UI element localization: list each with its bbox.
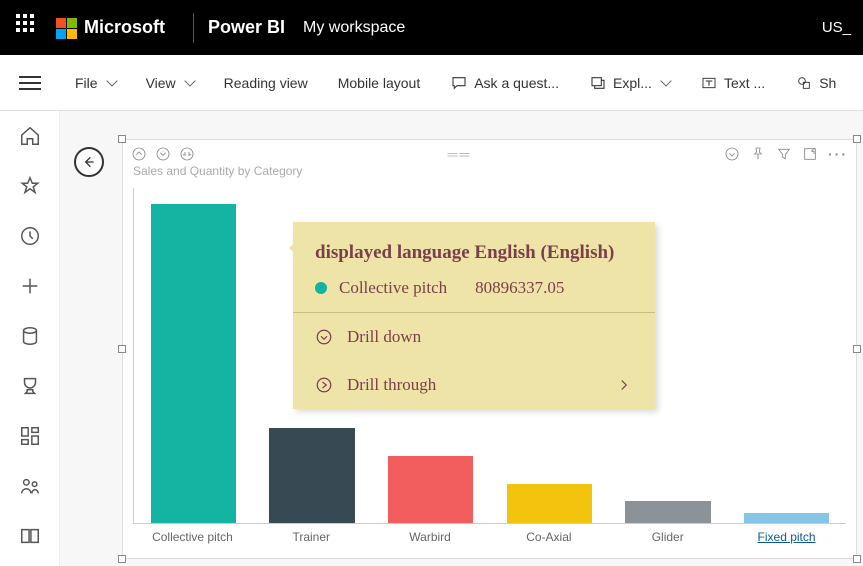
drill-up-icon[interactable] [131,146,147,162]
favorites-icon[interactable] [19,175,41,197]
divider [193,13,194,43]
drill-down-all-icon[interactable] [155,146,171,162]
resize-handle[interactable] [853,345,861,353]
tooltip-series-value: 80896337.05 [475,278,564,298]
microsoft-logo-icon [56,18,76,38]
focus-mode-icon[interactable] [802,146,818,162]
bar[interactable] [744,513,829,523]
top-bar: Microsoft Power BI My workspace US_ [0,0,863,55]
view-label: View [146,75,176,91]
shapes-label: Sh [819,75,836,91]
bar[interactable] [269,428,354,523]
x-axis-label[interactable]: Warbird [371,526,490,548]
view-menu[interactable]: View [146,75,194,91]
mobile-layout-button[interactable]: Mobile layout [338,75,421,91]
explore-label: Expl... [613,75,652,91]
app-launcher-icon[interactable] [16,14,44,42]
more-options-icon[interactable]: ··· [828,146,848,162]
chevron-right-icon [615,376,633,394]
hamburger-icon [19,76,41,90]
text-label: Text ... [724,75,765,91]
file-menu[interactable]: File [75,75,116,91]
x-axis-label[interactable]: Co-Axial [489,526,608,548]
pin-icon[interactable] [750,146,766,162]
reading-view-button[interactable]: Reading view [224,75,308,91]
back-button[interactable] [74,147,104,177]
resize-handle[interactable] [853,135,861,143]
toolbar: File View Reading view Mobile layout Ask… [0,55,863,111]
explore-icon [589,75,607,91]
expand-level-icon[interactable] [179,146,195,162]
microsoft-label: Microsoft [84,17,165,38]
drill-through-label: Drill through [347,375,436,395]
locale-indicator[interactable]: US_ [822,19,851,36]
drill-through-action[interactable]: Drill through [293,361,655,409]
bar[interactable] [151,204,236,523]
drill-down-label: Drill down [347,327,421,347]
filter-icon[interactable] [776,146,792,162]
chart-visual[interactable]: ══ ··· Sales and Quantity by Category Co… [122,139,857,559]
textbox-icon [700,75,718,91]
shapes-icon [795,75,813,91]
tooltip-header: displayed language English (English) [315,240,633,266]
nav-toggle-button[interactable] [0,55,60,111]
apps-icon[interactable] [19,425,41,447]
datasets-icon[interactable] [19,325,41,347]
resize-handle[interactable] [118,555,126,563]
microsoft-logo: Microsoft [56,17,165,38]
chart-title: Sales and Quantity by Category [123,164,856,178]
nav-rail [0,111,60,566]
resize-handle[interactable] [853,555,861,563]
explore-menu[interactable]: Expl... [589,75,670,91]
tooltip-card: displayed language English (English) Col… [293,222,655,409]
create-icon[interactable] [19,275,41,297]
bar[interactable] [625,501,710,523]
drag-handle-icon[interactable]: ══ [448,146,472,162]
arrow-left-icon [81,154,97,170]
ask-label: Ask a quest... [474,75,559,91]
learn-icon[interactable] [19,525,41,547]
bar-slot[interactable] [727,188,846,523]
text-box-button[interactable]: Text ... [700,75,765,91]
resize-handle[interactable] [118,345,126,353]
report-canvas: ══ ··· Sales and Quantity by Category Co… [60,111,863,566]
bar[interactable] [388,456,473,523]
resize-handle[interactable] [118,135,126,143]
bar[interactable] [507,484,592,523]
home-icon[interactable] [19,125,41,147]
drill-down-action[interactable]: Drill down [293,313,655,361]
shapes-button[interactable]: Sh [795,75,836,91]
file-label: File [75,75,98,91]
x-axis-label[interactable]: Fixed pitch [727,526,846,548]
series-color-dot [315,282,327,294]
ask-question-button[interactable]: Ask a quest... [450,75,559,91]
workspace-name[interactable]: My workspace [303,19,405,37]
x-axis-label[interactable]: Glider [608,526,727,548]
goals-icon[interactable] [19,375,41,397]
bar-slot[interactable] [134,188,253,523]
recent-icon[interactable] [19,225,41,247]
shared-icon[interactable] [19,475,41,497]
drill-down-icon [315,328,333,346]
mobile-layout-label: Mobile layout [338,75,421,91]
tooltip-series-label: Collective pitch [339,278,447,298]
x-axis-label[interactable]: Collective pitch [133,526,252,548]
x-axis-labels: Collective pitchTrainerWarbirdCo-AxialGl… [133,526,846,548]
drill-toggle-icon[interactable] [724,146,740,162]
reading-view-label: Reading view [224,75,308,91]
chat-icon [450,75,468,91]
product-name[interactable]: Power BI [208,17,285,38]
x-axis-label[interactable]: Trainer [252,526,371,548]
drill-through-icon [315,376,333,394]
